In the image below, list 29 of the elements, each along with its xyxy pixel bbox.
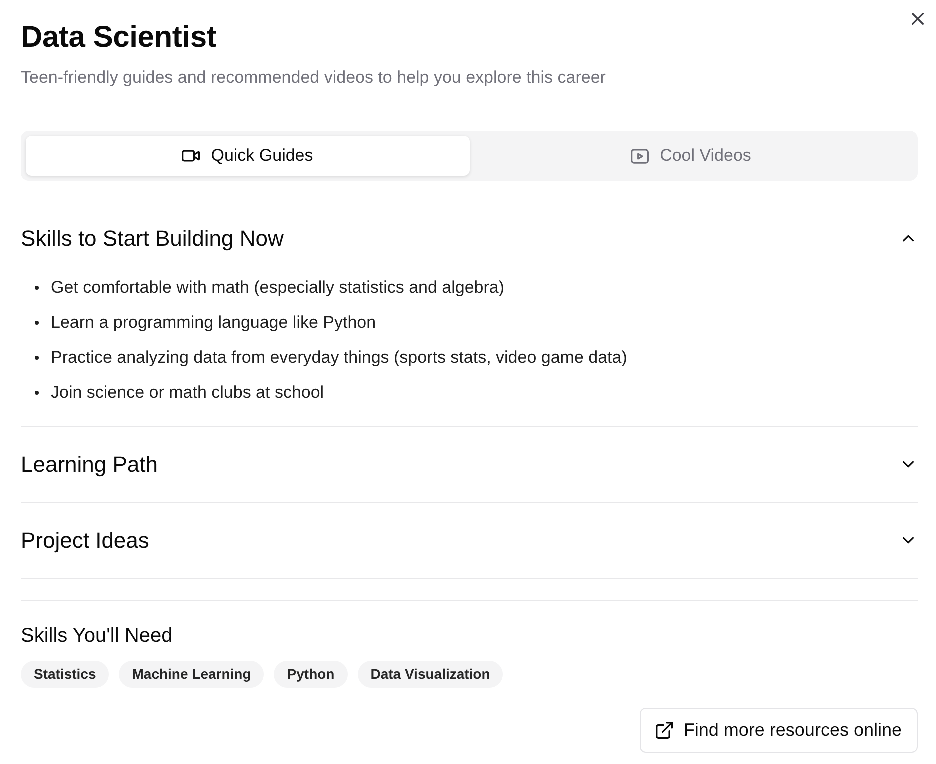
chevron-up-icon — [903, 235, 914, 242]
bullet-icon — [35, 286, 39, 290]
section-heading: Skills You'll Need — [21, 624, 174, 649]
skill-tag: Data Visualization — [358, 661, 504, 688]
close-icon — [912, 13, 924, 25]
skill-tag: Statistics — [21, 661, 110, 688]
external-link-icon — [656, 722, 673, 739]
dialog-title: Data Scientist — [21, 20, 218, 56]
bullet-text: Practice analyzing data from everyday things (sports stats, video game data) — [51, 347, 628, 369]
skill-tag: Python — [274, 661, 348, 688]
accordion-header[interactable]: Skills to Start Building Now — [21, 201, 918, 276]
chevron-down-icon — [903, 461, 914, 468]
dialog-subtitle: Teen-friendly guides and recommended videos to help you explore this career — [21, 67, 607, 89]
tab[interactable]: Quick Guides — [26, 136, 470, 176]
bullet-icon — [35, 356, 39, 360]
close-button[interactable] — [911, 12, 925, 26]
find-resources-button[interactable]: Find more resources online — [640, 708, 918, 753]
skill-tag: Machine Learning — [119, 661, 264, 688]
video-camera-icon — [182, 150, 200, 162]
chevron-down-icon — [903, 537, 914, 544]
bullet-icon — [35, 391, 39, 395]
accordion-header[interactable]: Learning Path — [21, 427, 918, 502]
bullet-icon — [35, 321, 39, 325]
play-icon — [631, 148, 650, 164]
bullet-text: Get comfortable with math (especially statistics and algebra) — [51, 277, 505, 299]
bullet-text: Learn a programming language like Python — [51, 312, 376, 334]
bullet-text: Join science or math clubs at school — [51, 382, 324, 404]
tab[interactable]: Cool Videos — [470, 136, 913, 176]
accordion-header[interactable]: Project Ideas — [21, 503, 918, 578]
